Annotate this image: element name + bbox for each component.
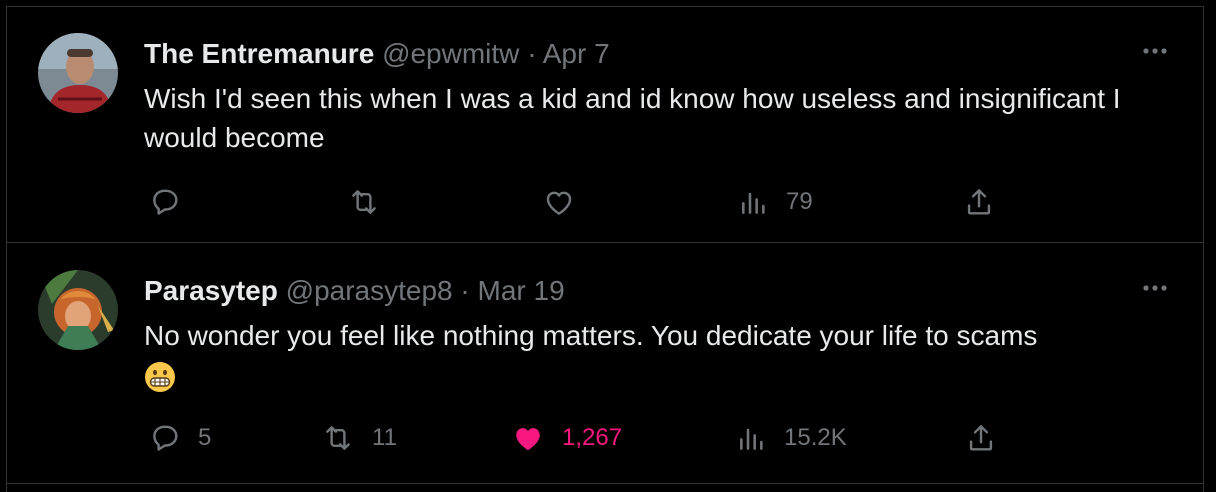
like-count: 1,267 — [562, 424, 623, 451]
reply-button[interactable] — [148, 182, 198, 222]
retweet-icon — [320, 421, 356, 455]
views-chart-icon — [736, 421, 768, 455]
more-dots-icon[interactable] — [1142, 39, 1168, 63]
tweet-date[interactable]: Apr 7 — [543, 38, 610, 69]
more-dots-icon[interactable] — [1142, 276, 1168, 300]
like-button[interactable] — [542, 182, 592, 222]
reply-icon — [148, 185, 182, 219]
tweet-text-block: No wonder you feel like nothing matters.… — [144, 316, 1154, 394]
tweet-header: The Entremanure @epwmitw · Apr 7 — [144, 37, 610, 71]
retweet-icon — [346, 185, 382, 219]
share-icon — [962, 185, 996, 219]
like-button[interactable]: 1,267 — [510, 418, 622, 458]
views-chart-icon — [738, 185, 770, 219]
user-handle[interactable]: @parasytep8 — [286, 275, 453, 306]
retweet-count: 11 — [372, 424, 397, 451]
views-button[interactable]: 79 — [738, 182, 813, 222]
heart-filled-icon — [510, 421, 546, 455]
reply-button[interactable]: 5 — [148, 418, 211, 458]
retweet-button[interactable] — [346, 182, 398, 222]
reply-count: 5 — [198, 424, 212, 451]
grimacing-face-icon — [144, 361, 176, 393]
tweet-actions: 5 11 1,267 15.2K — [144, 418, 1004, 458]
view-count: 15.2K — [784, 424, 847, 451]
views-button[interactable]: 15.2K — [736, 418, 847, 458]
reply-icon — [148, 421, 182, 455]
share-button[interactable] — [964, 418, 998, 458]
heart-outline-icon — [542, 185, 576, 219]
tweet-text: Wish I'd seen this when I was a kid and … — [144, 83, 1121, 153]
tweet-actions: 79 — [144, 182, 1004, 222]
tweet-header: Parasytep @parasytep8 · Mar 19 — [144, 274, 565, 308]
avatar[interactable] — [38, 33, 118, 113]
tweet[interactable]: The Entremanure @epwmitw · Apr 7 Wish I'… — [6, 7, 1204, 243]
display-name[interactable]: Parasytep — [144, 275, 278, 306]
display-name[interactable]: The Entremanure — [144, 38, 374, 69]
view-count: 79 — [786, 188, 813, 215]
tweet-text: No wonder you feel like nothing matters.… — [144, 320, 1038, 351]
share-icon — [964, 421, 998, 455]
separator-dot: · — [460, 275, 470, 306]
retweet-button[interactable]: 11 — [320, 418, 397, 458]
avatar[interactable] — [38, 270, 118, 350]
user-handle[interactable]: @epwmitw — [382, 38, 519, 69]
separator-dot: · — [527, 38, 537, 69]
tweet-date[interactable]: Mar 19 — [478, 275, 565, 306]
share-button[interactable] — [962, 182, 996, 222]
tweet[interactable]: Parasytep @parasytep8 · Mar 19 No wonder… — [6, 244, 1204, 484]
